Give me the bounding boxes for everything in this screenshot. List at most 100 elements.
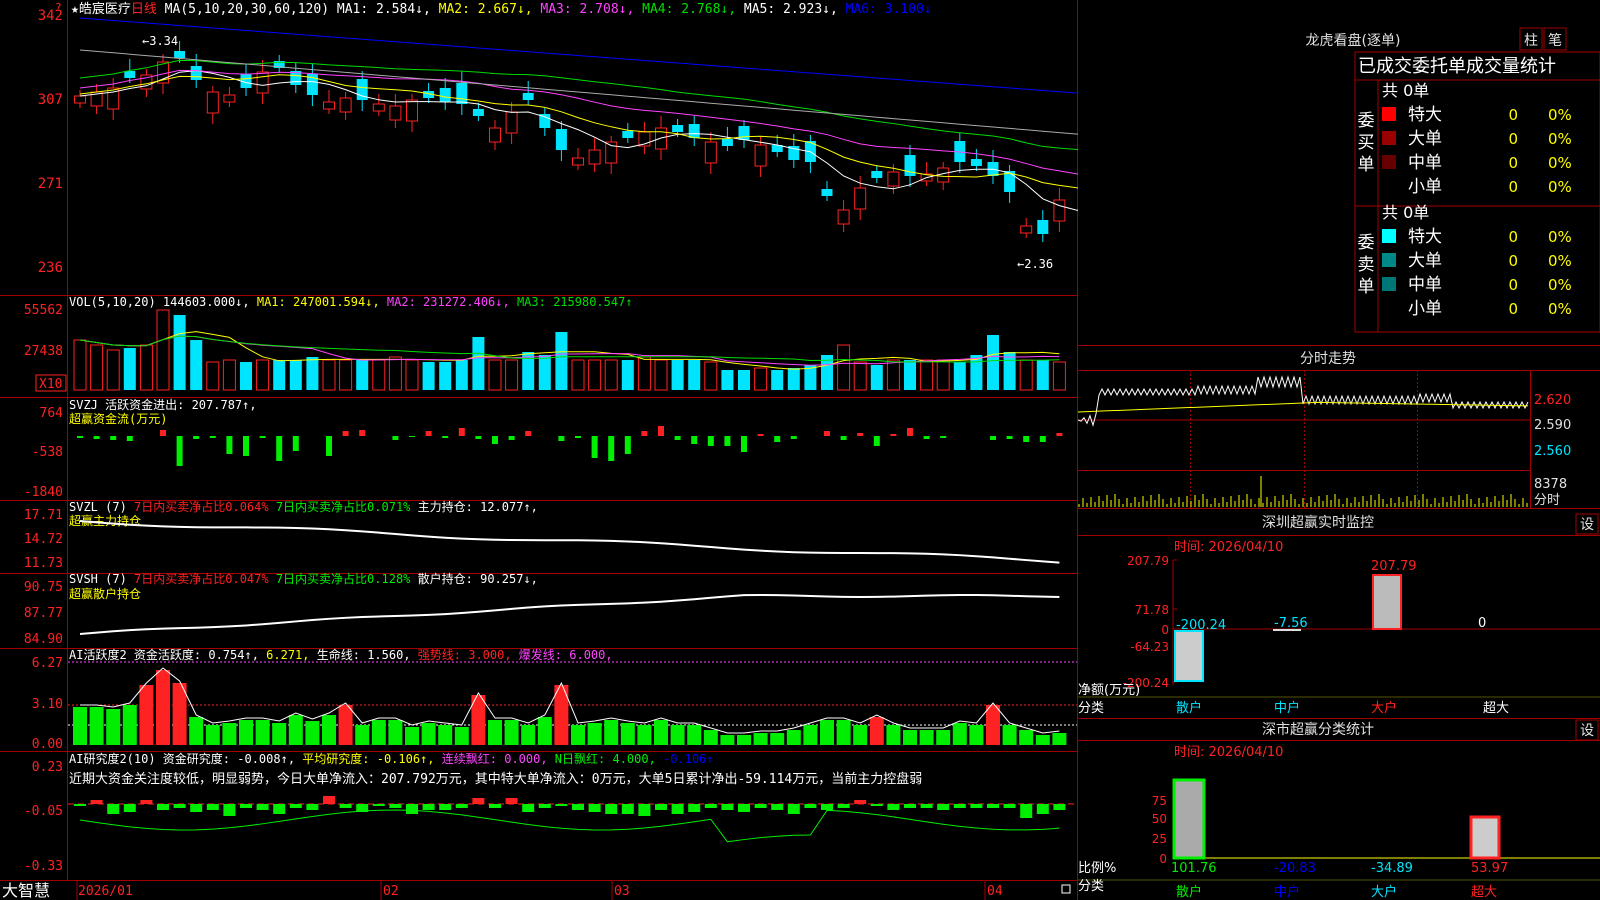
research-bar xyxy=(837,804,850,808)
svg-text:-0.33: -0.33 xyxy=(24,859,63,874)
ai1-plot[interactable] xyxy=(68,661,1077,745)
svg-text:-538: -538 xyxy=(32,445,63,460)
label-char: 单 xyxy=(1358,155,1375,175)
candle-body xyxy=(489,127,501,143)
ai2-plot[interactable] xyxy=(68,796,1077,843)
activity-bar xyxy=(753,733,768,745)
dragon-row-pct: 0% xyxy=(1548,106,1572,124)
activity-bar xyxy=(1019,730,1034,745)
activity-bar xyxy=(637,725,652,745)
fund-flow-bar xyxy=(492,436,498,444)
volume-bar xyxy=(488,359,502,391)
fund-flow-bar xyxy=(259,436,266,438)
main-title: ★皓宸医疗日线 MA(5,10,20,30,60,120) MA1: 2.584… xyxy=(71,1,932,17)
candle-body xyxy=(389,105,402,121)
legend-part: 7日内买卖净占比0.064% xyxy=(127,499,270,514)
volume-bar xyxy=(970,355,983,390)
fund-flow-bar xyxy=(342,431,349,436)
candle-body xyxy=(854,187,867,210)
fund-flow-bar xyxy=(774,436,781,442)
research-bar xyxy=(140,800,153,804)
fund-flow-bar xyxy=(508,436,515,440)
research-bar xyxy=(738,804,750,812)
fund-flow-bar xyxy=(741,436,747,452)
monitor-category: 超大 xyxy=(1483,701,1509,716)
activity-bar xyxy=(853,725,868,745)
svg-text:02: 02 xyxy=(383,884,399,899)
fund-flow-bar xyxy=(707,436,714,446)
dragon-row-value: 0 xyxy=(1508,154,1518,172)
question-icon[interactable]: ? xyxy=(55,1,62,14)
research-bar xyxy=(704,804,717,808)
monitor-category: 中户 xyxy=(1274,700,1300,716)
research-bar xyxy=(372,804,385,806)
candle-body xyxy=(190,66,202,80)
legend-part: 资金研究度: -0.008↑, xyxy=(156,751,295,766)
fund-flow-bar xyxy=(392,436,399,440)
class-value: -34.89 xyxy=(1371,861,1413,876)
legend-part: MA(5,10,20,30,60,120) xyxy=(165,2,329,17)
research-bar xyxy=(655,804,667,810)
sz-monitor-time: 时间: 2026/04/10 xyxy=(1174,540,1283,555)
fund-flow-bar xyxy=(890,434,897,436)
volume-bar xyxy=(405,359,419,391)
research-bar xyxy=(1020,804,1033,818)
tick-mode-label[interactable]: 笔 xyxy=(1548,33,1562,49)
ma6-line xyxy=(79,17,1078,94)
legend-part: 爆发线: 6.000, xyxy=(512,647,613,662)
volume-bar xyxy=(1019,359,1033,391)
volume-bar xyxy=(306,357,319,390)
svzl-plot[interactable] xyxy=(79,520,1060,564)
svg-text:17.71: 17.71 xyxy=(24,508,63,523)
volume-plot[interactable] xyxy=(73,309,1066,391)
dragon-row-name: 特大 xyxy=(1408,227,1442,247)
svg-text:55562: 55562 xyxy=(24,303,63,318)
right-panels: 龙虎看盘(逐单) 柱 笔 已成交委托单成交量统计 委买单共 0单特大 0 0%大单 0… xyxy=(1078,27,1600,900)
fund-flow-bar xyxy=(475,436,482,439)
volume-bar xyxy=(886,359,900,391)
activity-bar xyxy=(288,715,303,745)
svzj-plot[interactable] xyxy=(77,426,1063,466)
activity-bar xyxy=(272,723,287,745)
research-bar xyxy=(572,804,584,810)
legend-part: 6.271, xyxy=(259,648,310,662)
svzl-legend: SVZL (7) 7日内买卖净占比0.064% 7日内买卖净占比0.071% 主… xyxy=(69,499,538,514)
bar-mode-label[interactable]: 柱 xyxy=(1524,33,1538,49)
volume-bar xyxy=(222,359,236,391)
candle-body xyxy=(1053,199,1066,222)
legend-part: AI研究度2(10) xyxy=(69,751,156,766)
legend-part: AI活跃度2 xyxy=(69,647,127,662)
candlestick-plot[interactable] xyxy=(74,17,1079,242)
svg-text:-0.05: -0.05 xyxy=(24,804,63,819)
fund-flow-bar xyxy=(658,426,664,436)
volume-bar xyxy=(156,309,170,391)
research-bar xyxy=(240,804,252,808)
sz-monitor-panel[interactable]: 深圳超赢实时监控 设 时间: 2026/04/10 207.79 71.78 0 -6… xyxy=(1078,513,1600,716)
intraday-axis: 2.620 2.590 2.560 8378 分时 xyxy=(1534,393,1571,508)
svsh-plot[interactable] xyxy=(79,594,1060,635)
volume-bar xyxy=(1052,361,1066,391)
dragon-total: 共 0单 xyxy=(1382,203,1429,222)
lock-icon[interactable] xyxy=(1061,884,1071,894)
research-bar xyxy=(107,804,120,814)
svg-text:87.77: 87.77 xyxy=(24,606,63,621)
research-bar xyxy=(306,804,319,810)
svg-text:84.90: 84.90 xyxy=(24,632,63,647)
sz-class-panel[interactable]: 深市超赢分类统计 设 时间: 2026/04/10 75 50 25 0 101.76 -… xyxy=(1078,718,1600,900)
research-bar xyxy=(173,804,186,808)
activity-bar xyxy=(969,725,984,745)
intraday-panel[interactable]: 分时走势 2.620 2.590 2.560 8378 分时 xyxy=(1078,345,1600,509)
volume-bar xyxy=(654,359,668,391)
svg-text:2.590: 2.590 xyxy=(1534,418,1571,433)
activity-bar xyxy=(836,720,851,745)
research-bar xyxy=(1003,804,1016,808)
legend-part: 144603.000↓, xyxy=(156,295,250,309)
dragon-swatch xyxy=(1382,131,1396,145)
dragon-row-value: 0 xyxy=(1508,252,1518,270)
candle-body xyxy=(837,209,850,225)
class-y-tick: 0 xyxy=(1159,852,1167,866)
activity-bar xyxy=(654,720,668,745)
main-chart-area[interactable]: 342 307 271 236 ? ★皓宸医疗日线 MA(5,10,20,30,… xyxy=(0,0,1078,900)
research-bar xyxy=(538,804,551,808)
research-bar xyxy=(190,804,203,812)
